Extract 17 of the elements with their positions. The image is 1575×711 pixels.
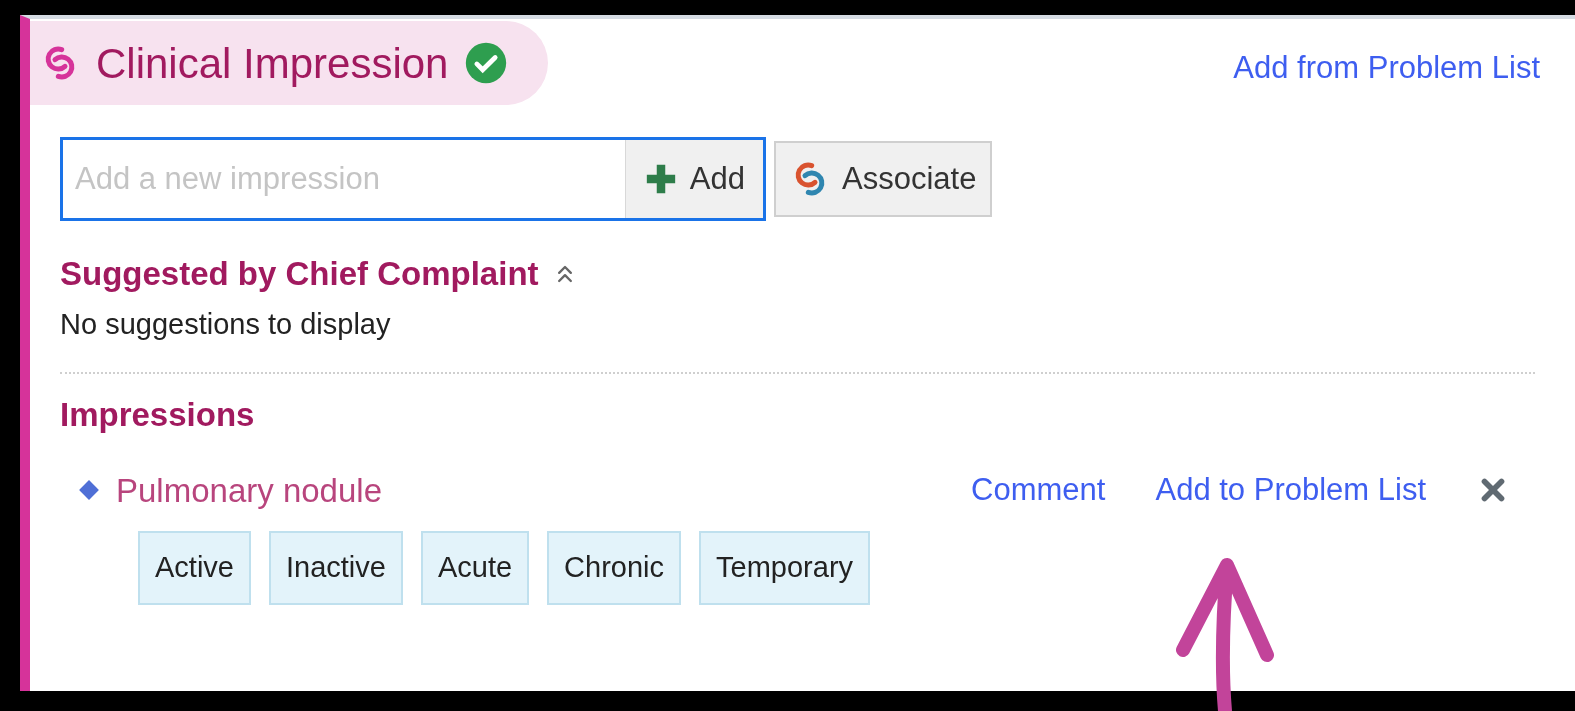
status-option[interactable]: Acute	[420, 531, 530, 605]
associate-button[interactable]: Associate	[774, 141, 993, 217]
status-option[interactable]: Active	[138, 531, 251, 605]
status-option[interactable]: Temporary	[699, 531, 871, 605]
impression-entry-field[interactable]: Add a new impression Add	[60, 137, 766, 221]
status-option[interactable]: Chronic	[547, 531, 682, 605]
panel-title: Clinical Impression	[96, 38, 449, 89]
status-option[interactable]: Inactive	[269, 531, 403, 605]
section-heading: Suggested by Chief Complaint	[60, 254, 539, 294]
add-from-problem-list-link[interactable]: Add from Problem List	[1233, 44, 1540, 92]
section-heading: Impressions	[60, 395, 256, 435]
impression-name: Pulmonary nodule	[116, 470, 383, 511]
empty-message: No suggestions to display	[60, 306, 392, 342]
add-button[interactable]: Add	[624, 140, 763, 218]
action-link[interactable]: Comment	[971, 467, 1106, 514]
action-link[interactable]: Add to Problem List	[1155, 467, 1426, 514]
diamond-icon	[78, 479, 100, 502]
